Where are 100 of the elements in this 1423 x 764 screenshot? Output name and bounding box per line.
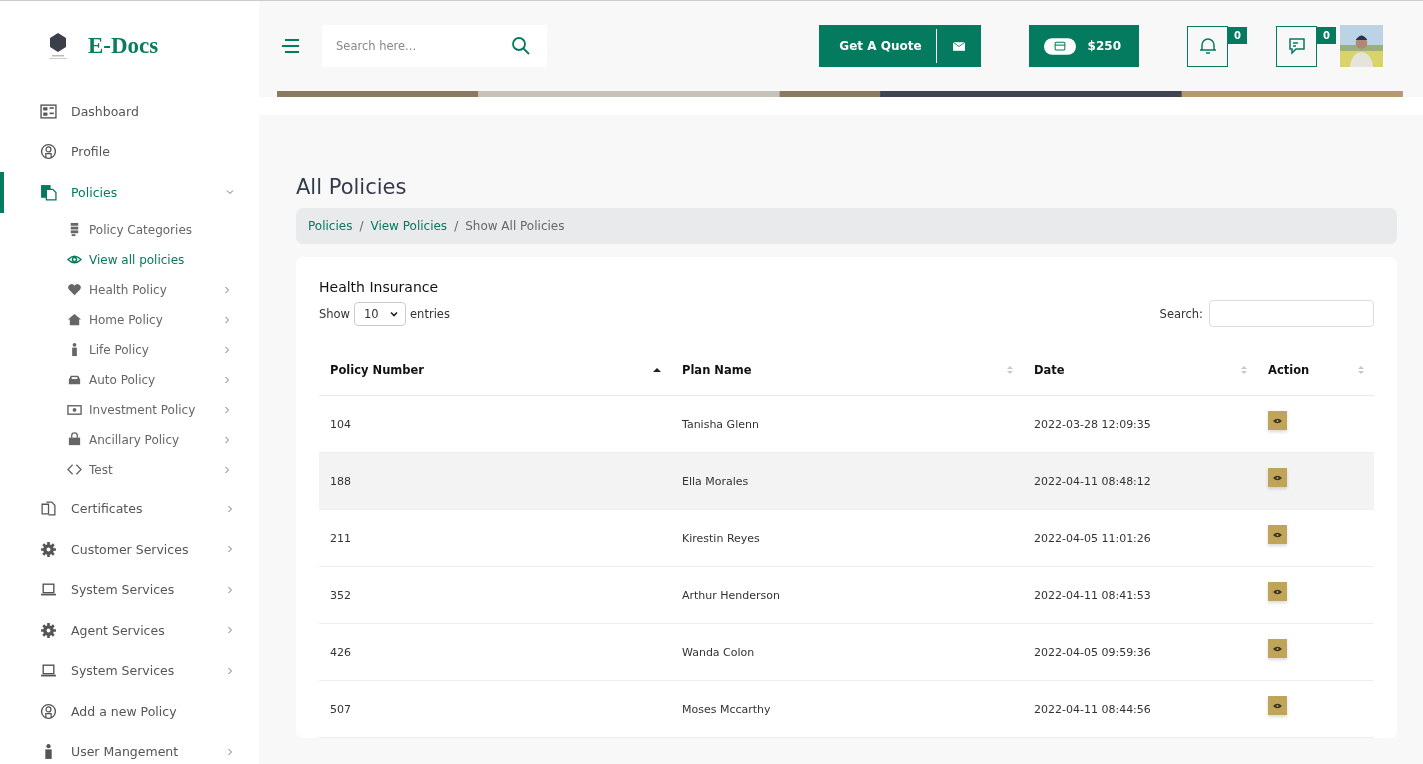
menu-item[interactable]: Certificates <box>0 488 259 529</box>
submenu-item[interactable]: Home Policy <box>0 304 259 335</box>
table-row[interactable]: 352 Arthur Henderson 2022-04-11 08:41:53 <box>319 566 1374 624</box>
page-title: All Policies <box>296 175 408 199</box>
menu-item[interactable]: Profile <box>0 131 259 172</box>
table-cell: 2022-04-05 09:59:36 <box>1023 623 1257 681</box>
table-search-field[interactable] <box>1209 300 1374 327</box>
menu-item[interactable]: System Services <box>0 569 259 610</box>
menu-item[interactable]: System Services <box>0 650 259 691</box>
table-cell: Ella Morales <box>671 452 1023 510</box>
chevron-right-icon <box>222 284 232 295</box>
chevron-right-icon <box>225 503 235 514</box>
table-cell: 352 <box>319 566 671 624</box>
heart-icon <box>67 282 82 297</box>
chevron-right-icon <box>225 746 235 757</box>
menu-icon[interactable] <box>281 38 301 54</box>
user-circle-icon <box>40 702 57 720</box>
banknote-icon <box>67 402 82 417</box>
eye-icon <box>1273 417 1282 424</box>
menu-item[interactable]: Add a new Policy <box>0 691 259 732</box>
notifications-button[interactable] <box>1187 25 1228 67</box>
table-cell: 188 <box>319 452 671 510</box>
envelope-icon <box>952 41 965 51</box>
credit-card-icon <box>1043 35 1076 57</box>
table-cell: 2022-03-28 12:09:35 <box>1023 395 1257 453</box>
code-icon <box>67 462 82 477</box>
chevron-right-icon <box>222 434 232 445</box>
search-field[interactable]: Search here... <box>322 25 547 67</box>
message-count: 0 <box>1317 26 1336 44</box>
column-header[interactable]: Action <box>1257 345 1374 396</box>
table-cell: Wanda Colon <box>671 623 1023 681</box>
breadcrumb-link[interactable]: View Policies <box>370 219 448 233</box>
dashboard-icon <box>40 102 57 120</box>
table-cell: Kirestin Reyes <box>671 509 1023 567</box>
submenu-item[interactable]: Auto Policy <box>0 364 259 395</box>
breadcrumb-link[interactable]: Policies <box>308 219 353 233</box>
breadcrumb-separator: / <box>359 219 364 233</box>
page-size-select[interactable]: 10 <box>354 301 407 326</box>
chat-icon <box>1286 36 1307 56</box>
submenu-item[interactable]: View all policies <box>0 244 259 275</box>
table-row[interactable]: 507 Moses Mccarthy 2022-04-11 08:44:56 <box>319 680 1374 738</box>
menu-item[interactable]: Customer Services <box>0 529 259 570</box>
table-cell: Tanisha Glenn <box>671 395 1023 453</box>
view-button[interactable] <box>1268 696 1287 715</box>
chevron-right-icon <box>222 344 232 355</box>
table-cell: 2022-04-11 08:44:56 <box>1023 680 1257 738</box>
table-cell: Moses Mccarthy <box>671 680 1023 738</box>
messages-button[interactable] <box>1276 25 1317 67</box>
gear-icon <box>40 540 57 558</box>
view-button[interactable] <box>1268 411 1287 430</box>
submenu-item[interactable]: Test <box>0 454 259 485</box>
eye-icon <box>1273 531 1282 538</box>
logo-icon <box>46 31 70 61</box>
user-circle-icon <box>40 143 57 161</box>
submenu-item[interactable]: Health Policy <box>0 274 259 305</box>
table-row[interactable]: 104 Tanisha Glenn 2022-03-28 12:09:35 <box>319 395 1374 453</box>
table-cell: 2022-04-11 08:48:12 <box>1023 452 1257 510</box>
chevron-right-icon <box>225 544 235 555</box>
breadcrumb-separator: / <box>454 219 459 233</box>
eye-icon <box>1273 645 1282 652</box>
menu-item[interactable]: Dashboard <box>0 91 259 132</box>
table-cell: 2022-04-05 11:01:26 <box>1023 509 1257 567</box>
menu-item[interactable]: Agent Services <box>0 610 259 651</box>
view-button[interactable] <box>1268 525 1287 544</box>
submenu-item[interactable]: Life Policy <box>0 334 259 365</box>
view-button[interactable] <box>1268 582 1287 601</box>
house-icon <box>67 312 82 327</box>
chevron-right-icon <box>222 404 232 415</box>
submenu-item[interactable]: Ancillary Policy <box>0 424 259 455</box>
document-icon <box>40 183 57 201</box>
breadcrumb-current: Show All Policies <box>465 219 565 233</box>
chevron-right-icon <box>222 374 232 385</box>
table-cell: 507 <box>319 680 671 738</box>
chevron-right-icon <box>225 625 235 636</box>
chevron-right-icon <box>222 464 232 475</box>
column-header[interactable]: Policy Number <box>319 345 671 396</box>
notification-count: 0 <box>1228 26 1247 44</box>
search-icon[interactable] <box>511 36 531 56</box>
table-cell: 104 <box>319 395 671 453</box>
view-button[interactable] <box>1268 468 1287 487</box>
table-cell: 426 <box>319 623 671 681</box>
submenu-item[interactable]: Investment Policy <box>0 394 259 425</box>
submenu-item[interactable]: Policy Categories <box>0 214 259 245</box>
view-button[interactable] <box>1268 639 1287 658</box>
gear-icon <box>40 621 57 639</box>
entries-label: entries <box>410 306 450 321</box>
column-header[interactable]: Plan Name <box>671 345 1023 396</box>
chevron-right-icon <box>225 584 235 595</box>
bell-icon <box>1197 36 1218 56</box>
balance-button[interactable]: $250 <box>1028 25 1139 67</box>
eye-icon <box>1273 474 1282 481</box>
eye-icon <box>1273 588 1282 595</box>
table-row[interactable]: 426 Wanda Colon 2022-04-05 09:59:36 <box>319 623 1374 681</box>
table-row[interactable]: 211 Kirestin Reyes 2022-04-05 11:01:26 <box>319 509 1374 567</box>
chevron-right-icon <box>222 314 232 325</box>
column-header[interactable]: Date <box>1023 345 1257 396</box>
menu-item[interactable]: User Mangement <box>0 731 259 764</box>
search-label: Search: <box>1159 306 1203 321</box>
table-row[interactable]: 188 Ella Morales 2022-04-11 08:48:12 <box>319 452 1374 510</box>
table-cell: Arthur Henderson <box>671 566 1023 624</box>
